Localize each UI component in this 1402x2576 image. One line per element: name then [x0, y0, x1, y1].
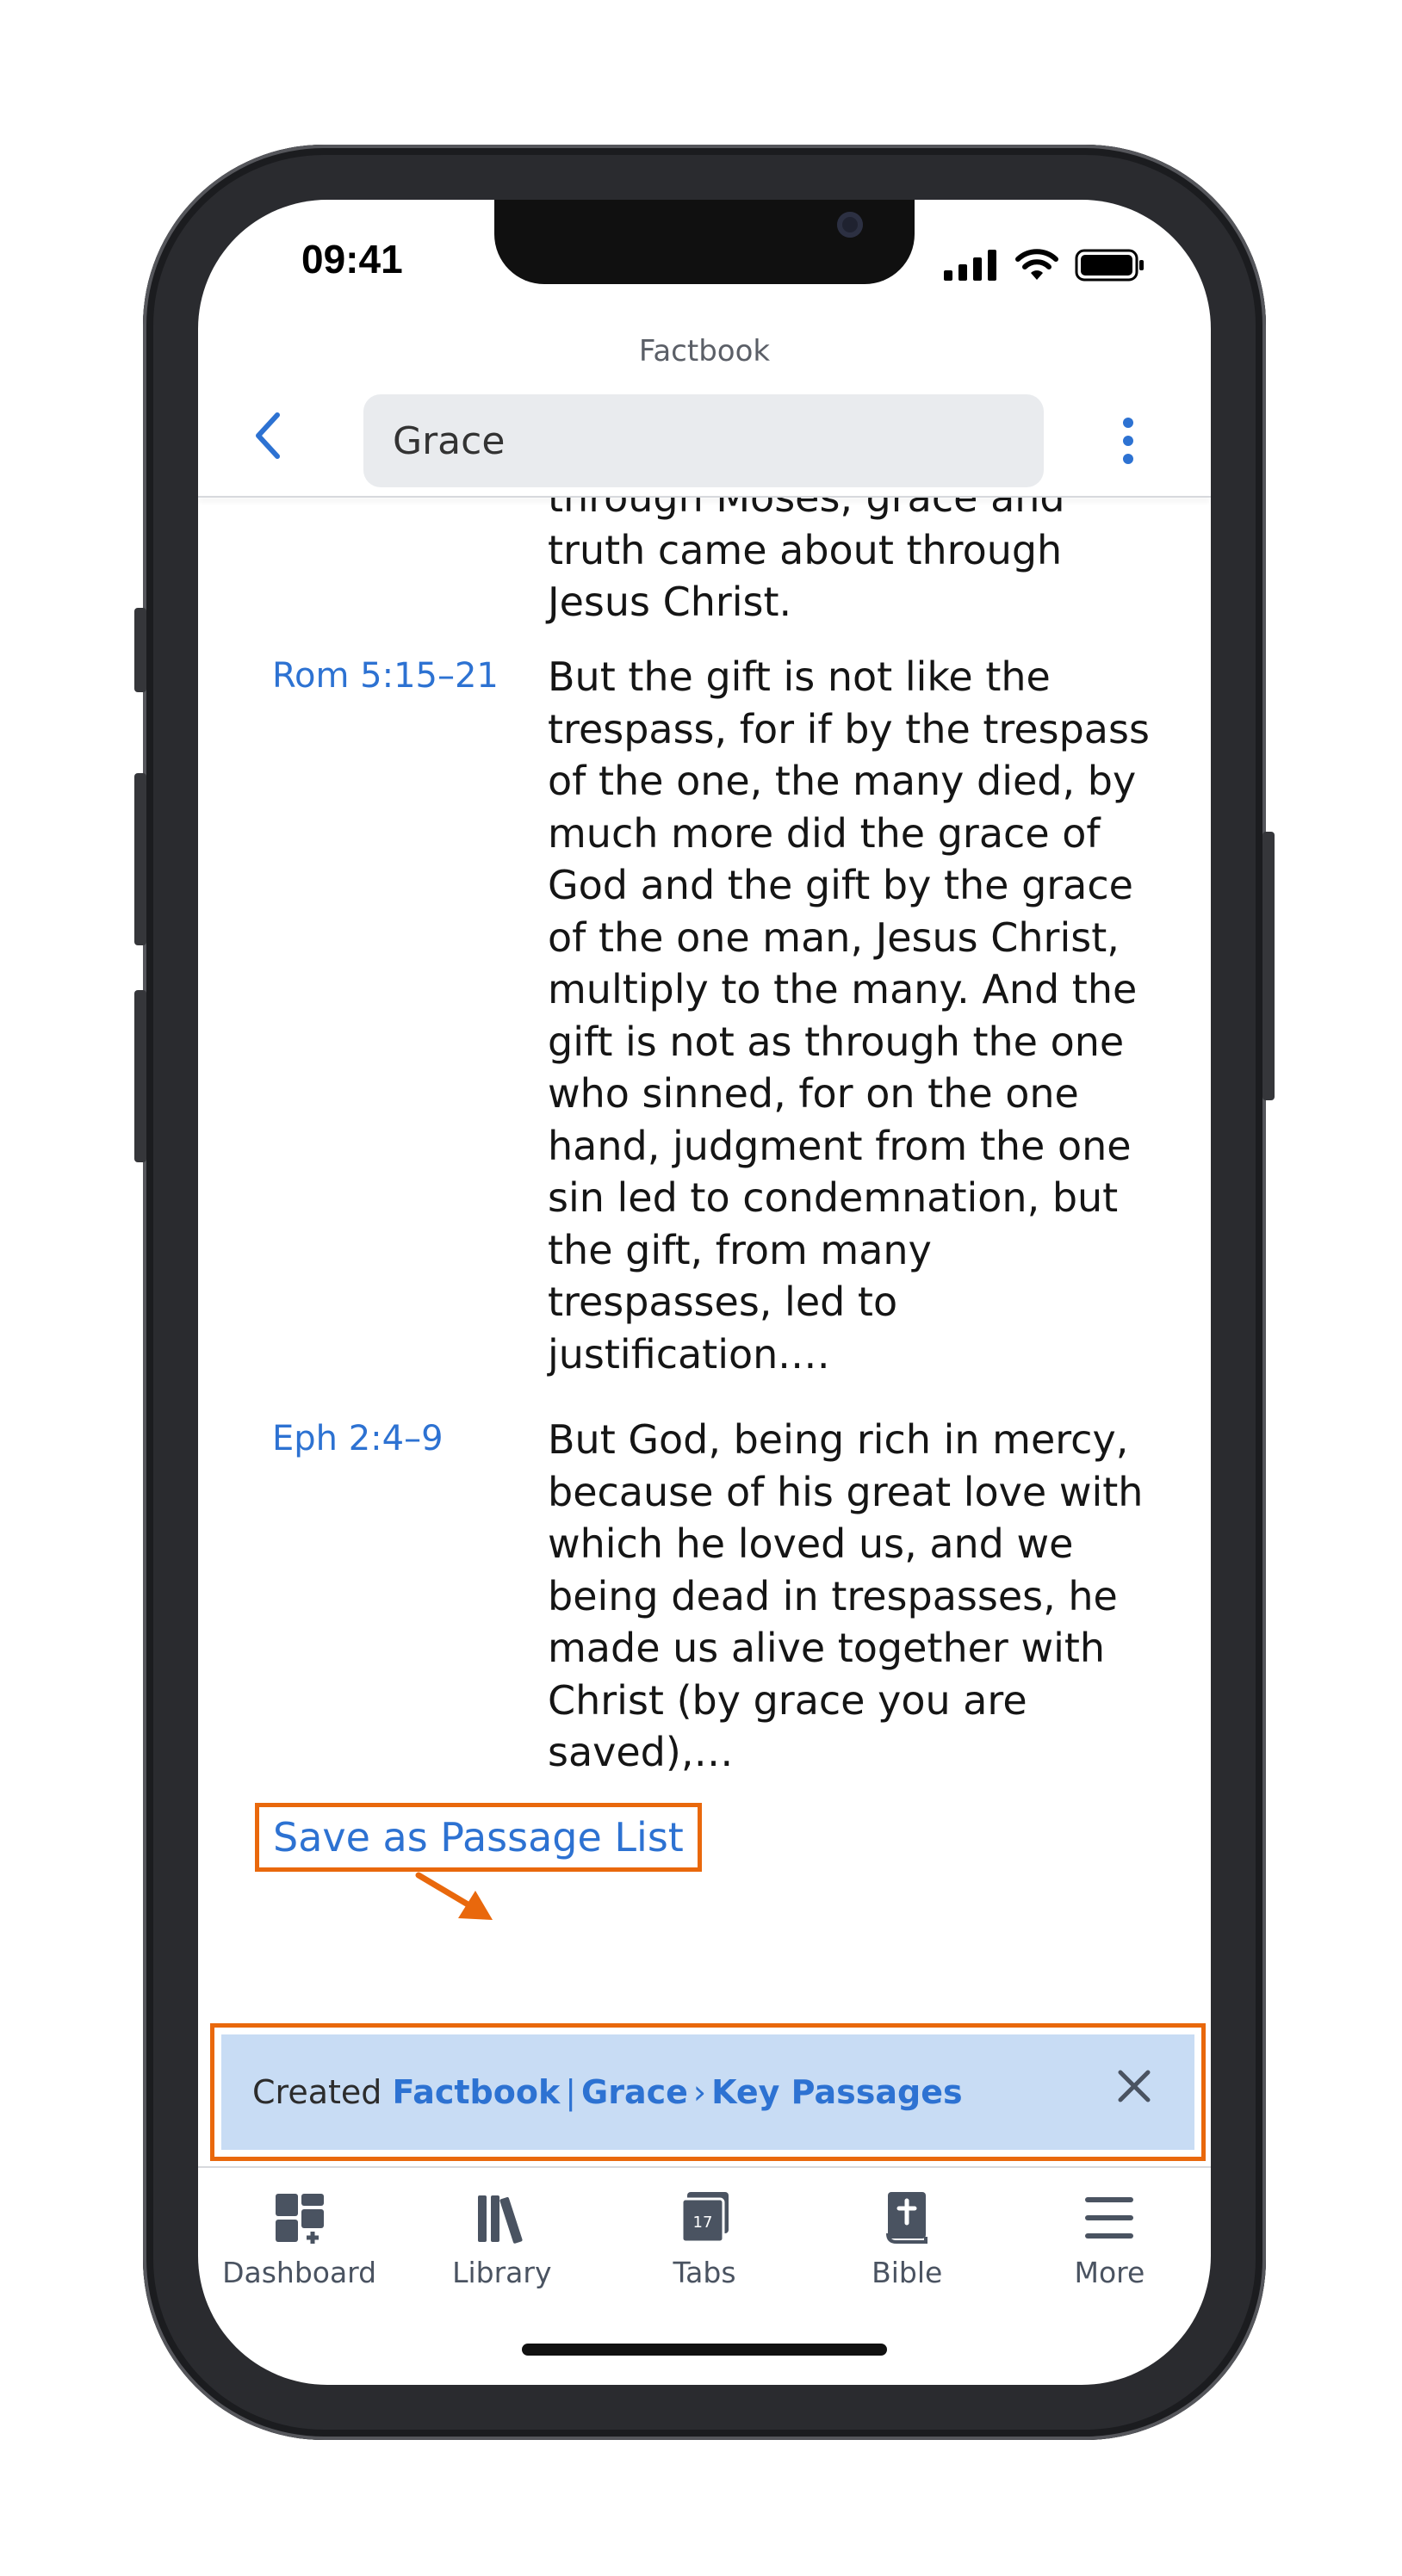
tab-label: Tabs: [673, 2256, 736, 2289]
dashboard-icon: [275, 2194, 324, 2244]
tabs-icon: 17: [680, 2192, 729, 2244]
status-icons: [944, 248, 1145, 282]
callout-arrow-icon: [415, 1872, 493, 1920]
search-value: Grace: [393, 418, 506, 463]
home-indicator[interactable]: [522, 2344, 887, 2356]
library-icon: [477, 2195, 523, 2244]
tab-tabs[interactable]: 17 Tabs: [603, 2168, 805, 2318]
app-title: Factbook: [638, 334, 771, 368]
tab-library[interactable]: Library: [400, 2168, 603, 2318]
volume-down-button: [134, 990, 146, 1162]
toast-prefix: Created: [252, 2073, 382, 2111]
tab-label: More: [1074, 2256, 1145, 2289]
save-as-passage-list-link[interactable]: Save as Passage List: [255, 1803, 702, 1872]
tab-label: Dashboard: [222, 2256, 377, 2289]
passage-text: through Moses; grace and truth came abou…: [548, 498, 1065, 625]
passage-ref-link[interactable]: Rom 5:15–21: [272, 656, 499, 696]
toast-highlight: Created Factbook | Grace › Key Passages: [210, 2023, 1206, 2161]
volume-up-button: [134, 773, 146, 945]
toast-separator: |: [565, 2073, 577, 2111]
tab-bible[interactable]: Bible: [806, 2168, 1008, 2318]
tab-more[interactable]: More: [1008, 2168, 1211, 2318]
passage-ref-link[interactable]: Eph 2:4–9: [272, 1419, 444, 1458]
toast-chevron: ›: [692, 2073, 707, 2111]
tab-dashboard[interactable]: Dashboard: [198, 2168, 400, 2318]
signal-icon: [944, 250, 996, 281]
status-time: 09:41: [301, 237, 403, 282]
passage-text: But the gift is not like the trespass, f…: [548, 653, 1150, 1378]
power-button: [1262, 832, 1275, 1100]
battery-icon: [1075, 249, 1144, 282]
tab-label: Bible: [872, 2256, 943, 2289]
bible-icon: [886, 2192, 928, 2244]
tab-bar: Dashboard Library 17 Tabs Bible More: [198, 2166, 1211, 2318]
toast-link-key-passages[interactable]: Key Passages: [711, 2073, 963, 2111]
screen: 09:41 Factbook Grace through Moses; grac…: [198, 200, 1211, 2385]
toast-link-factbook[interactable]: Factbook: [392, 2073, 560, 2111]
menu-icon: [1085, 2197, 1134, 2239]
notch: [494, 200, 915, 284]
created-toast: Created Factbook | Grace › Key Passages: [221, 2034, 1194, 2150]
tab-label: Library: [452, 2256, 552, 2289]
silent-switch: [134, 608, 146, 692]
toast-link-grace[interactable]: Grace: [581, 2073, 688, 2111]
back-icon[interactable]: [248, 410, 289, 461]
wifi-icon: [1015, 249, 1058, 280]
search-input[interactable]: Grace: [363, 394, 1044, 487]
close-icon[interactable]: [1117, 2069, 1151, 2103]
camera-icon: [837, 212, 863, 238]
tabs-count-badge: 17: [693, 2214, 713, 2232]
passage-text: But God, being rich in mercy, because of…: [548, 1416, 1144, 1775]
more-options-icon[interactable]: [1121, 417, 1135, 465]
